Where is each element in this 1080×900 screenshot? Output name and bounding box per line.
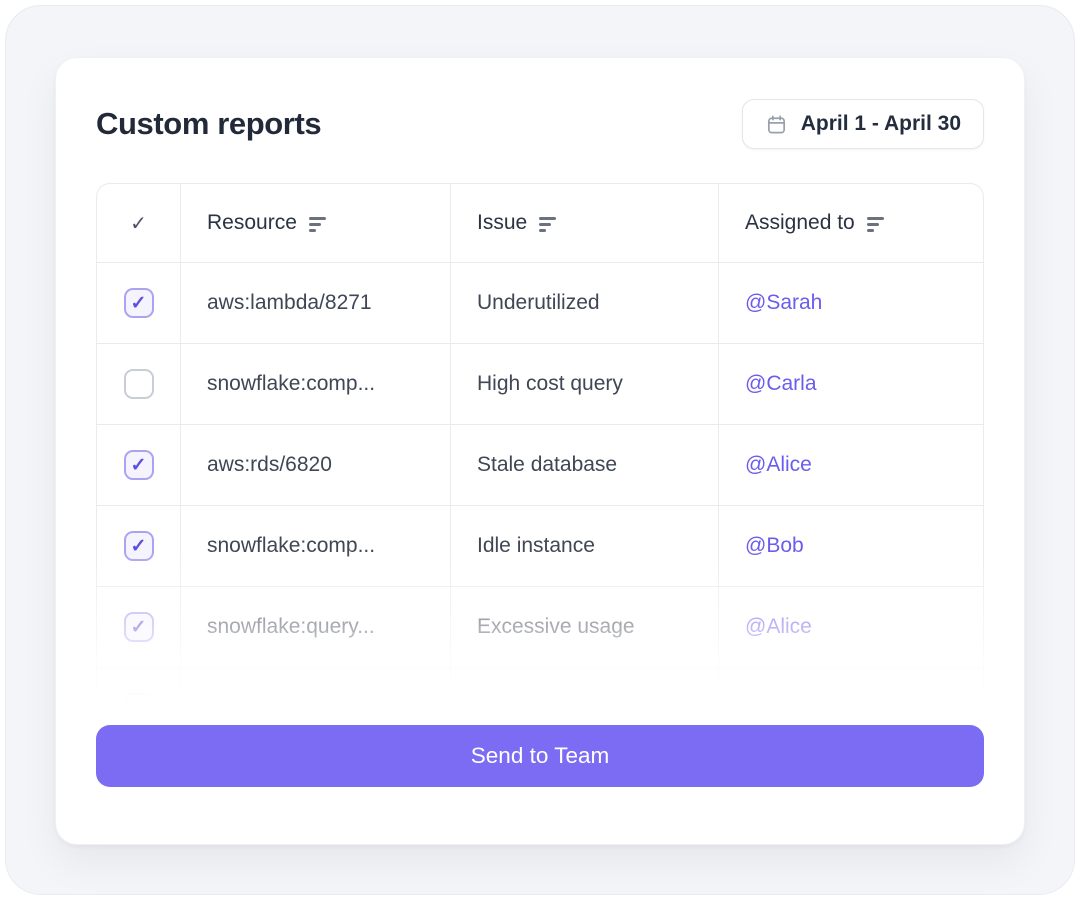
row-checkbox[interactable]: ✓	[123, 531, 154, 561]
reports-table-inner: ✓ Resource Issue Assigned to ✓ aws:lambd…	[96, 183, 984, 717]
table-row: ✓ snowflake:query... Excessive usage @Al…	[97, 586, 983, 667]
table-row: ✓ aws:rds/6820 Stale database @Alice	[97, 424, 983, 505]
issue-cell: High cost query	[451, 344, 719, 424]
resource-cell: aws:lambda/8271	[181, 263, 451, 343]
assignee-link[interactable]: @Carla	[745, 372, 817, 396]
issue-value: Idle instance	[477, 534, 595, 557]
column-header-assigned-to[interactable]: Assigned to	[719, 184, 983, 262]
check-icon: ✓	[130, 292, 147, 314]
table-row: ✓ snowflake:comp... High cost query @Car…	[97, 343, 983, 424]
assignee-link[interactable]: @Alice	[745, 453, 812, 477]
resource-value: aws:rds/6820	[207, 453, 332, 476]
issue-value: Stale database	[477, 453, 618, 476]
table-header-row: ✓ Resource Issue Assigned to	[97, 184, 983, 262]
row-checkbox[interactable]: ✓	[123, 369, 154, 399]
row-select-cell: ✓	[97, 506, 181, 586]
assignee-cell: @Bob	[719, 506, 983, 586]
table-row: ✓ snowflake:comp... Idle instance @Bob	[97, 505, 983, 586]
check-icon: ✓	[130, 454, 147, 476]
row-checkbox[interactable]: ✓	[123, 288, 154, 318]
row-select-cell: ✓	[97, 425, 181, 505]
assignee-link[interactable]: @Bob	[745, 534, 804, 558]
column-header-resource[interactable]: Resource	[181, 184, 451, 262]
check-icon: ✓	[130, 535, 147, 557]
table-body: ✓ aws:lambda/8271 Underutilized @Sarah ✓…	[97, 262, 983, 717]
page-title: Custom reports	[96, 106, 322, 141]
column-label: Assigned to	[745, 211, 855, 234]
check-icon: ✓	[130, 616, 147, 638]
send-to-team-button[interactable]: Send to Team	[96, 725, 984, 787]
issue-cell	[451, 668, 719, 716]
row-select-cell: ✓	[97, 344, 181, 424]
row-checkbox[interactable]: ✓	[123, 450, 154, 480]
issue-cell: Excessive usage	[451, 587, 719, 667]
assignee-cell: @Sarah	[719, 263, 983, 343]
resource-cell: snowflake:comp...	[181, 506, 451, 586]
select-all-header[interactable]: ✓	[97, 184, 181, 262]
row-select-cell: ✓	[97, 668, 181, 717]
column-header-issue[interactable]: Issue	[451, 184, 719, 262]
table-row: ✓ aws:lambda/8271 Underutilized @Sarah	[97, 262, 983, 343]
assignee-link[interactable]: @Alice	[745, 615, 812, 639]
column-label: Resource	[207, 211, 297, 234]
sort-icon	[866, 216, 885, 232]
issue-cell: Underutilized	[451, 263, 719, 343]
issue-cell: Stale database	[451, 425, 719, 505]
assignee-cell: @Carla	[719, 344, 983, 424]
assignee-cell: @Alice	[719, 587, 983, 667]
resource-value: aws:lambda/8271	[207, 291, 372, 314]
assignee-cell: @Alice	[719, 425, 983, 505]
sort-icon	[539, 216, 557, 232]
row-select-cell: ✓	[97, 587, 181, 667]
sort-icon	[308, 216, 327, 232]
row-checkbox[interactable]: ✓	[123, 693, 154, 717]
reports-table: ✓ Resource Issue Assigned to ✓ aws:lambd…	[95, 183, 985, 719]
issue-value: Underutilized	[477, 291, 600, 314]
resource-cell	[181, 668, 451, 716]
issue-value: High cost query	[477, 372, 623, 395]
resource-value: snowflake:query...	[207, 615, 375, 638]
check-icon: ✓	[130, 212, 147, 235]
date-range-button[interactable]: April 1 - April 30	[741, 99, 984, 149]
issue-value: Excessive usage	[477, 615, 635, 638]
resource-cell: snowflake:comp...	[181, 344, 451, 424]
issue-cell: Idle instance	[451, 506, 719, 586]
custom-reports-card: Custom reports April 1 - April 30 ✓ Reso…	[55, 57, 1025, 845]
row-checkbox[interactable]: ✓	[123, 612, 154, 642]
resource-cell: snowflake:query...	[181, 587, 451, 667]
resource-cell: aws:rds/6820	[181, 425, 451, 505]
row-select-cell: ✓	[97, 263, 181, 343]
card-header: Custom reports April 1 - April 30	[96, 98, 984, 150]
table-row: ✓	[97, 667, 983, 717]
assignee-cell	[719, 668, 983, 716]
assignee-link[interactable]: @Sarah	[745, 291, 822, 315]
resource-value: snowflake:comp...	[207, 372, 376, 395]
resource-value: snowflake:comp...	[207, 534, 376, 557]
check-icon: ✓	[130, 697, 147, 717]
column-label: Issue	[477, 211, 528, 234]
date-range-label: April 1 - April 30	[800, 112, 961, 135]
calendar-icon	[765, 113, 788, 136]
